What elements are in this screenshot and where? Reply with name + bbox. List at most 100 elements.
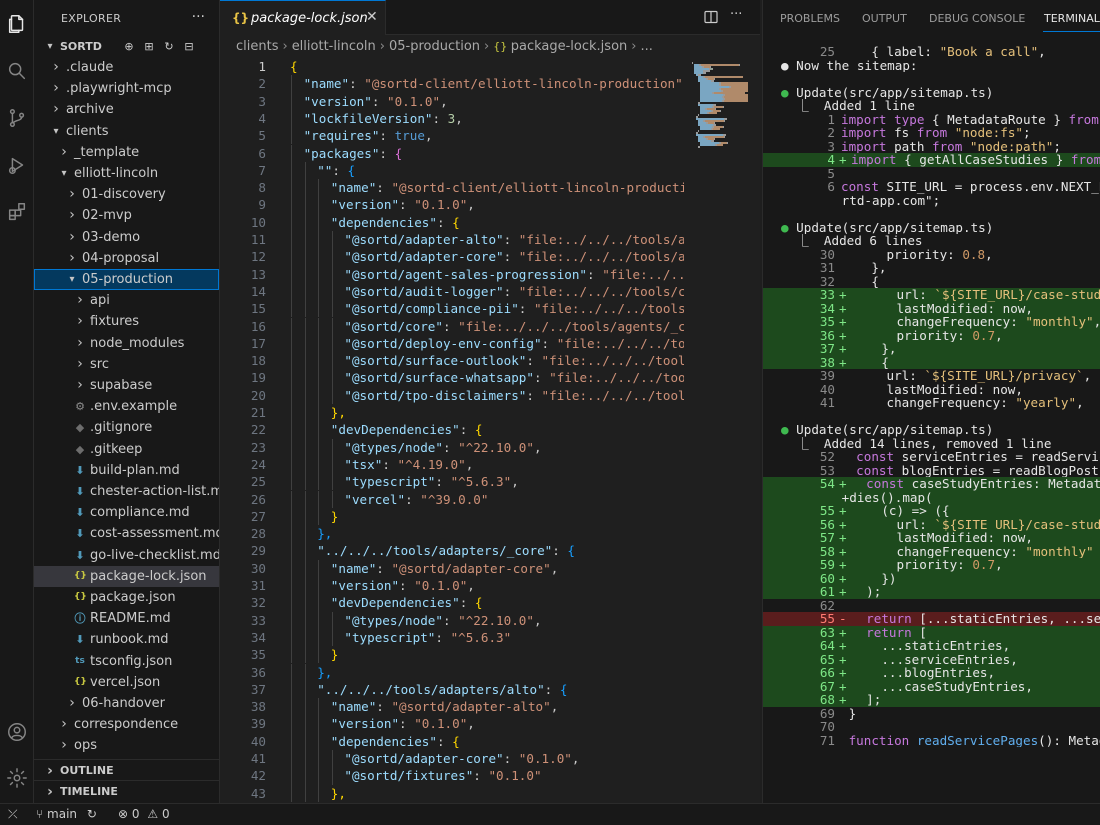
tab-package-lock-json[interactable]: {} package-lock.json ✕ — [220, 0, 386, 35]
minimap-token — [717, 144, 723, 146]
section-outline[interactable]: › OUTLINE — [34, 759, 219, 781]
search-icon[interactable] — [5, 59, 29, 83]
terminal-output[interactable]: 25 { label: "Book a call", ● Now the site… — [763, 38, 1100, 803]
code-line: "dependencies": { — [330, 733, 460, 749]
tree-item[interactable]: › archive — [34, 99, 219, 120]
tree-item[interactable]: › _template — [34, 142, 219, 163]
terminal-text: +dies().map( — [781, 490, 933, 504]
breadcrumb-separator: › — [484, 39, 490, 54]
tree-item[interactable]: › node_modules — [34, 333, 219, 354]
sync-icon[interactable]: ↻ — [87, 807, 97, 821]
tree-item[interactable]: › supabase — [34, 375, 219, 396]
breadcrumb-item[interactable]: ... — [640, 39, 652, 54]
tree-item[interactable]: › .claude — [34, 57, 219, 78]
more-actions-icon[interactable]: ··· — [730, 7, 742, 22]
tree-item[interactable]: ▾ elliott-lincoln — [34, 163, 219, 184]
tree-item[interactable]: ◆ .gitkeep — [34, 439, 219, 460]
line-number: 26 — [250, 491, 266, 507]
tree-item[interactable]: ▾ 05-production — [34, 269, 219, 290]
tab-terminal[interactable]: TERMINAL — [1044, 12, 1100, 25]
tab-debug-console[interactable]: DEBUG CONSOLE — [929, 12, 1025, 25]
code-line: "version": "0.1.0", — [330, 197, 475, 213]
tree-item[interactable]: › 06-handover — [34, 693, 219, 714]
split-editor-icon[interactable] — [704, 10, 718, 28]
settings-gear-icon[interactable] — [5, 766, 29, 790]
tree-item[interactable]: ⬇ chester-action-list.md — [34, 481, 219, 502]
minimap[interactable] — [688, 58, 760, 803]
refresh-icon[interactable]: ↻ — [162, 40, 176, 54]
tree-item-label: chester-action-list.md — [90, 484, 220, 499]
breadcrumb-item[interactable]: 05-production — [389, 39, 480, 54]
terminal-line: 57 + lastModified: now, — [763, 531, 1100, 545]
new-folder-icon[interactable]: ⊞ — [142, 40, 156, 54]
breadcrumb-item[interactable]: elliott-lincoln — [292, 39, 376, 54]
tree-item[interactable]: › fixtures — [34, 311, 219, 332]
tree-item[interactable]: › 02-mvp — [34, 205, 219, 226]
tree-item[interactable]: ⬇ compliance.md — [34, 502, 219, 523]
line-number: 19 — [250, 370, 266, 386]
tree-item[interactable]: › src — [34, 354, 219, 375]
tree-item[interactable]: ⬇ build-plan.md — [34, 460, 219, 481]
branch-item[interactable]: ⑂ main ↻ — [36, 807, 97, 821]
tree-item[interactable]: ⬇ runbook.md — [34, 629, 219, 650]
problems-item[interactable]: ⊗ 0 ⚠ 0 — [118, 807, 170, 821]
run-debug-icon[interactable] — [5, 153, 29, 177]
tree-item[interactable]: › .playwright-mcp — [34, 78, 219, 99]
line-number: 22 — [250, 422, 266, 438]
extensions-icon[interactable] — [5, 200, 29, 224]
terminal-line: 68 + ]; — [763, 693, 1100, 707]
section-timeline[interactable]: › TIMELINE — [34, 780, 219, 802]
tree-item[interactable]: ◆ .gitignore — [34, 417, 219, 438]
terminal-line-number: 71 — [819, 733, 835, 747]
code-view[interactable]: 1 {2 "name": "@sortd-client/elliott-lincol… — [220, 58, 688, 803]
source-control-icon[interactable] — [5, 106, 29, 130]
tree-item[interactable]: › 03-demo — [34, 227, 219, 248]
terminal-line: 6 const SITE_URL = process.env.NEXT_PUBLI — [763, 180, 1100, 194]
tree-item[interactable]: › 01-discovery — [34, 184, 219, 205]
tree-item[interactable]: › ops — [34, 735, 219, 756]
tree-item[interactable]: ts tsconfig.json — [34, 651, 219, 672]
tree-item[interactable]: › correspondence — [34, 714, 219, 735]
tree-item[interactable]: › 04-proposal — [34, 248, 219, 269]
explorer-more-icon[interactable]: ··· — [192, 9, 205, 25]
git-branch-icon: ⑂ — [36, 807, 44, 821]
new-file-icon[interactable]: ⊕ — [122, 40, 136, 54]
indent-guide — [291, 317, 292, 335]
indent-guide — [304, 542, 306, 560]
terminal-text: import type { MetadataRoute } from "next — [841, 112, 1099, 126]
tab-problems[interactable]: PROBLEMS — [780, 12, 840, 25]
close-icon[interactable]: ✕ — [366, 9, 378, 25]
tree-item[interactable]: ⚙ .env.example — [34, 396, 219, 417]
indent-guide — [318, 559, 320, 577]
tree-item[interactable]: ⬇ go-live-checklist.md — [34, 545, 219, 566]
tree-item[interactable]: {} package.json — [34, 587, 219, 608]
indent-guide — [318, 231, 320, 249]
tree-item[interactable]: › api — [34, 290, 219, 311]
tree-item[interactable]: ⬇ cost-assessment.md — [34, 523, 219, 544]
collapse-all-icon[interactable]: ⊟ — [182, 40, 196, 54]
terminal-line-number: 56 — [819, 517, 835, 531]
tab-output[interactable]: OUTPUT — [862, 12, 907, 25]
code-line: "tsx": "^4.19.0", — [344, 456, 474, 472]
line-number: 16 — [250, 318, 266, 334]
indent-guide — [291, 282, 292, 301]
terminal-line-number: 54 — [819, 477, 835, 491]
terminal-line-number: 4 — [827, 153, 835, 167]
terminal-line-number: 58 — [819, 544, 835, 558]
workspace-root[interactable]: ▾ SORTD ⊕ ⊞ ↻ ⊟ — [34, 36, 219, 57]
breadcrumb-item[interactable]: clients — [236, 39, 278, 54]
explorer-icon[interactable] — [5, 12, 29, 36]
chevron-right-icon: › — [77, 355, 83, 372]
indent-guide — [291, 750, 292, 768]
account-icon[interactable] — [5, 720, 29, 744]
tree-item[interactable]: ▾ clients — [34, 121, 219, 142]
breadcrumb-item[interactable]: package-lock.json — [511, 39, 628, 54]
indent-guide — [304, 698, 306, 716]
tree-item[interactable]: ⓘ README.md — [34, 608, 219, 629]
tree-item[interactable]: {} package-lock.json — [34, 565, 219, 587]
remote-icon[interactable]: ⤫ — [8, 807, 18, 822]
terminal-text: return [ — [866, 625, 927, 639]
indent-guide — [291, 109, 292, 128]
tree-item[interactable]: {} vercel.json — [34, 672, 219, 693]
minimap-token — [725, 134, 726, 136]
